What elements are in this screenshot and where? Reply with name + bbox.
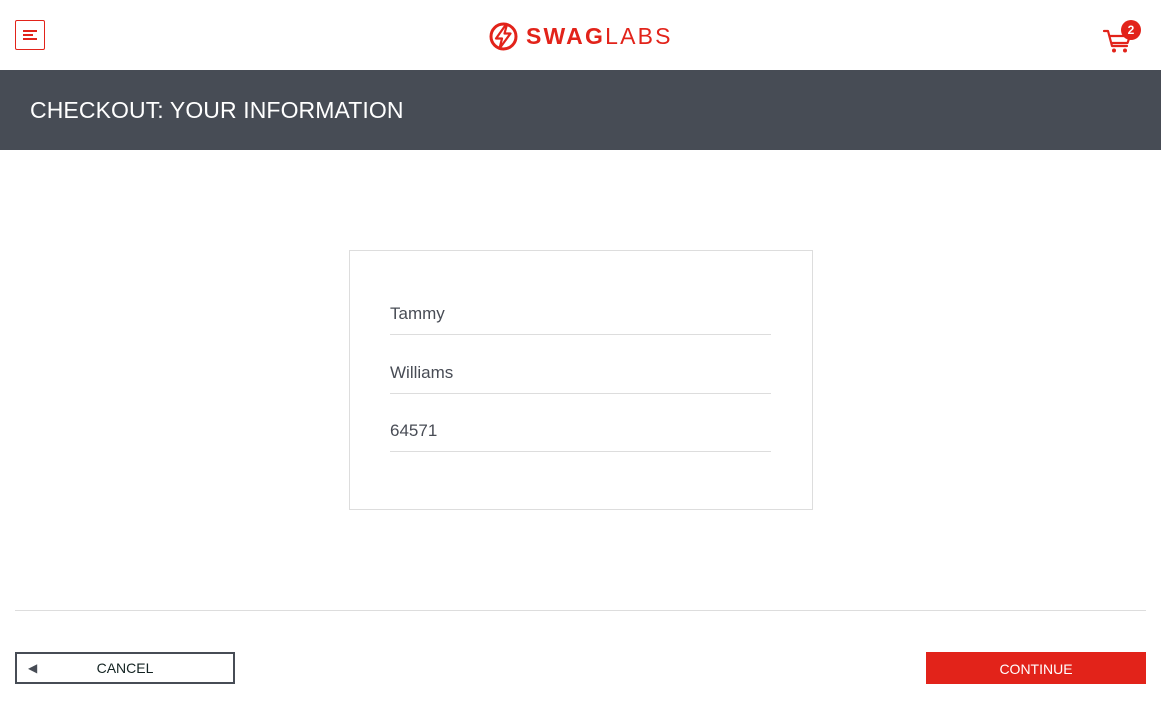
continue-button[interactable]: CONTINUE: [926, 652, 1146, 684]
app-header: SWAGLABS 2: [0, 0, 1161, 70]
brand-name: SWAGLABS: [526, 21, 673, 51]
page-subheader: CHECKOUT: YOUR INFORMATION: [0, 70, 1161, 150]
cancel-button[interactable]: ◀ CANCEL: [15, 652, 235, 684]
checkout-info-form: [349, 250, 813, 510]
page-title: CHECKOUT: YOUR INFORMATION: [30, 97, 404, 123]
brand-name-bold: SWAG: [526, 23, 606, 49]
cart-count-badge: 2: [1121, 20, 1141, 40]
cart-button[interactable]: 2: [1102, 20, 1142, 56]
brand-name-light: LABS: [605, 23, 673, 49]
bolt-circle-icon: [489, 22, 518, 50]
last-name-field[interactable]: [390, 352, 771, 394]
first-name-field[interactable]: [390, 293, 771, 335]
cancel-button-label: CANCEL: [96, 660, 154, 676]
footer-divider: [15, 610, 1146, 611]
brand-logo: SWAGLABS: [489, 21, 673, 51]
postal-code-field[interactable]: [390, 410, 771, 452]
menu-button[interactable]: [15, 20, 45, 50]
